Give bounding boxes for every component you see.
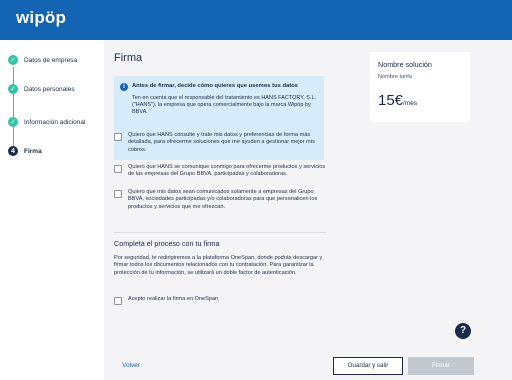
- sign-button[interactable]: Firmar: [408, 357, 474, 375]
- back-link[interactable]: Volver: [122, 362, 140, 369]
- page-title: Firma: [114, 52, 143, 64]
- plan-summary-card: Nombre solución Nombre tarifa 15€/mes: [370, 52, 470, 122]
- step-label: Datos personales: [24, 85, 75, 93]
- accept-onespan-checkbox[interactable]: [114, 297, 122, 305]
- consent-text: Quiero que mis datos sean comunicados so…: [128, 189, 318, 210]
- consent-text: Quiero que HANS se comunique conmigo par…: [128, 164, 326, 178]
- info-icon: i: [120, 83, 128, 91]
- app-header: wipöp: [0, 0, 512, 40]
- help-button[interactable]: ?: [455, 323, 471, 339]
- step-label: Información adicional: [24, 118, 86, 126]
- consent-checkbox[interactable]: [114, 165, 122, 173]
- main-content: Firma i Antes de firmar, decide cómo qui…: [104, 40, 512, 380]
- check-icon: ✓: [8, 55, 18, 65]
- step-sidebar: ✓ Datos de empresa ✓ Datos personales ✓ …: [0, 40, 104, 380]
- consent-checkbox[interactable]: [114, 190, 122, 198]
- section-divider: [114, 232, 326, 233]
- check-icon: ✓: [8, 117, 18, 127]
- check-icon: ✓: [8, 84, 18, 94]
- process-text: Por seguridad, te redirigiremos a la pla…: [114, 255, 323, 276]
- wipop-logo[interactable]: wipöp: [16, 8, 66, 28]
- accept-onespan-label: Acepto realizar la firma en OneSpan: [128, 296, 219, 302]
- step-informacion-adicional[interactable]: ✓ Información adicional: [8, 114, 85, 130]
- step-firma[interactable]: 4 Firma: [8, 143, 42, 159]
- consent-checkbox[interactable]: [114, 133, 122, 141]
- save-and-exit-button[interactable]: Guardar y salir: [333, 357, 403, 375]
- tariff-name: Nombre tarifa: [378, 74, 412, 80]
- footer-actions: Volver Guardar y salir Firmar: [104, 350, 512, 380]
- step-datos-empresa[interactable]: ✓ Datos de empresa: [8, 52, 77, 68]
- step-datos-personales[interactable]: ✓ Datos personales: [8, 81, 75, 97]
- solution-name: Nombre solución: [378, 60, 432, 69]
- step-number: 4: [8, 146, 18, 156]
- info-text: Ten en cuenta que el responsable del tra…: [132, 95, 317, 116]
- info-title: Antes de firmar, decide cómo quieres que…: [132, 83, 298, 89]
- consent-text: Quiero que HANS consulte y trate mis dat…: [128, 132, 315, 153]
- process-title: Completa el proceso con tu firma: [114, 239, 220, 248]
- price-period: /mes: [403, 100, 418, 107]
- step-label: Datos de empresa: [24, 56, 78, 64]
- step-label: Firma: [24, 147, 42, 155]
- plan-price: 15€/mes: [378, 92, 417, 110]
- price-amount: 15€: [378, 92, 404, 109]
